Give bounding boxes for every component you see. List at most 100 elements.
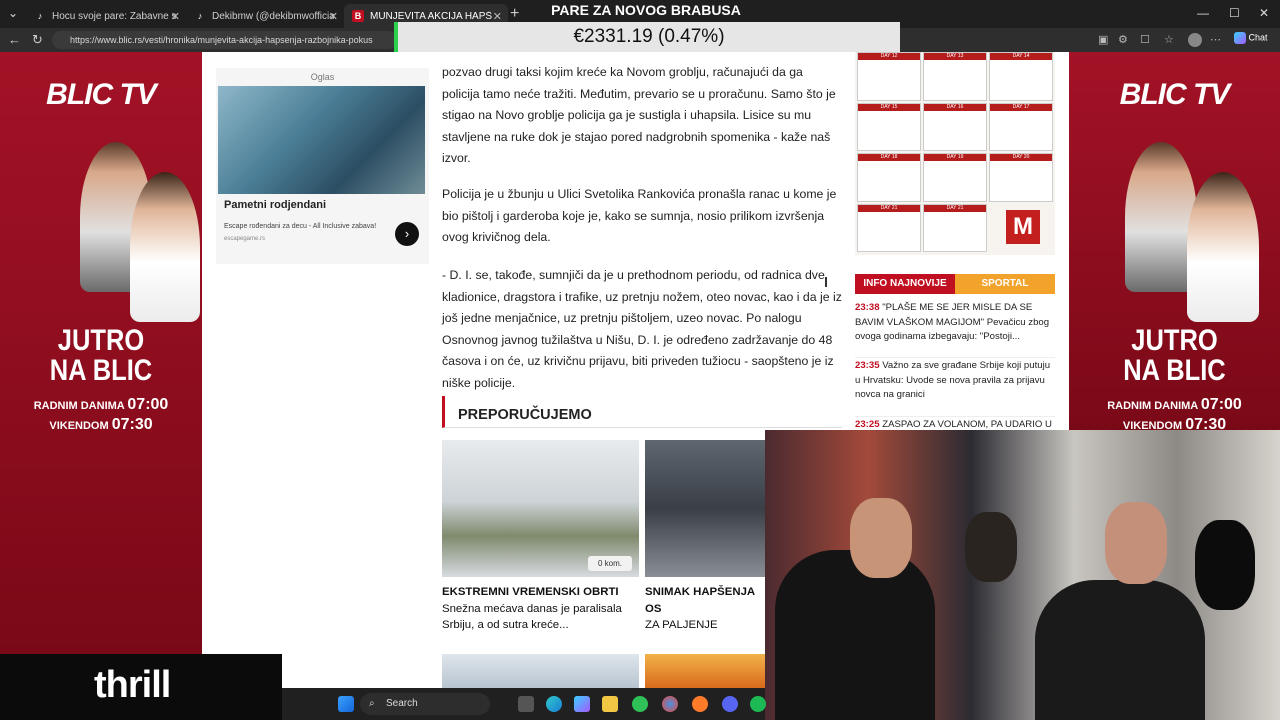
file-explorer-icon[interactable] [602,696,618,712]
person-right-body [1035,580,1205,720]
card-kicker: EKSTREMNI VREMENSKI OBRTI [442,586,619,598]
avatar[interactable] [1188,33,1202,47]
refresh-icon[interactable]: ↻ [32,32,43,48]
reading-icon[interactable]: ☐ [1140,33,1150,46]
recommended-card[interactable]: SNIMAK HAPŠENJA OS ZA PALJENJE AUTOMO PR… [645,584,765,634]
schedule-weekend: VIKENDOM [49,420,109,432]
exercise-day-card: DAY 14 [989,52,1053,101]
news-time: 23:35 [855,360,880,371]
ad-arrow-button[interactable]: › [395,222,419,246]
close-icon[interactable]: ✕ [171,10,180,23]
news-time: 23:25 [855,419,880,430]
exercise-day-label: DAY 19 [924,154,986,161]
maximize-icon[interactable]: ☐ [1229,6,1240,20]
jutro-line2: NA BLIC [1123,354,1226,387]
copilot-icon[interactable] [574,696,590,712]
news-tabs: INFO NAJNOVIJE SPORTAL [855,274,1055,294]
exercise-day-card: DAY 13 [923,52,987,101]
card-text: Snežna mećava danas je paralisala Srbiju… [442,602,622,632]
windows-start-icon[interactable] [338,696,354,712]
exercise-day-card: DAY 21 [923,203,987,252]
news-item[interactable]: 23:25 ZASPAO ZA VOLANOM, PA UDARIO U [855,416,1055,430]
tab-2-label: Dekibmw (@dekibmwofficial) | Tik [212,10,334,22]
exercise-day-card: DAY 19 [923,153,987,202]
jutro-line1: JUTRO [1131,324,1218,357]
comment-count-badge: 0 kom. [588,556,632,571]
schedule: RADNIM DANIMA 07:00 VIKENDOM 07:30 [1069,396,1280,430]
tab-3-label: MUNJEVITA AKCIJA HAPŠENJA RA [370,10,492,22]
news-item[interactable]: 23:38 "PLAŠE ME SE JER MISLE DA SE BAVIM… [855,301,1055,345]
exercise-day-label: DAY 12 [858,53,920,60]
close-window-icon[interactable]: ✕ [1259,6,1269,20]
exercise-day-card: DAY 18 [857,153,921,202]
exercise-day-card: DAY 12 [857,52,921,101]
whatsapp-icon[interactable] [632,696,648,712]
card-image[interactable] [442,654,639,688]
card-image[interactable] [645,440,765,577]
favorites-icon[interactable]: ☆ [1164,33,1174,46]
jutro-title: JUTRO NA BLIC [15,326,187,386]
url-input[interactable]: https://www.blic.rs/vesti/hronika/munjev… [52,31,397,49]
copilot-icon [1234,32,1246,44]
m-logo: M [1006,210,1040,244]
thrill-logo: thrill [94,664,171,706]
close-icon[interactable]: ✕ [493,10,502,23]
url-text: https://www.blic.rs/vesti/hronika/munjev… [70,35,373,45]
edge-icon[interactable] [546,696,562,712]
recommended-header: PREPORUČUJEMO [442,396,842,428]
right-banner-ad[interactable]: BLIC TV JUTRO NA BLIC RADNIM DANIMA 07:0… [1069,52,1280,430]
tab-sportal[interactable]: SPORTAL [955,274,1055,294]
schedule-weekend: VIKENDOM [1122,420,1183,430]
recommended-title: PREPORUČUJEMO [458,407,592,423]
person-left-body [775,550,935,720]
tiktok-icon: ♪ [197,11,203,21]
thrill-overlay: thrill [0,654,282,720]
presenter-female [130,172,200,322]
minimize-icon[interactable]: — [1197,6,1209,20]
card-image[interactable] [645,654,765,688]
left-banner-ad[interactable]: BLIC TV JUTRO NA BLIC RADNIM DANIMA 07:0… [0,52,202,654]
tab-1-label: Hocu svoje pare: Zabavne situacije [52,10,176,22]
schedule-weekend-time: 07:30 [111,416,153,433]
exercise-day-card: DAY 17 [989,102,1053,151]
news-text: "PLAŠE ME SE JER MISLE DA SE BAVIM VLAŠK… [855,302,1050,342]
new-tab-icon[interactable]: + [510,5,519,23]
person-background [965,512,1017,582]
tab-info-najnovije[interactable]: INFO NAJNOVIJE [855,274,955,294]
card-text: ZA PALJENJE AUTOMO PRASETA Policajci u p… [645,619,718,631]
tab-1[interactable]: ♪ Hocu svoje pare: Zabavne situacije ✕ [26,4,186,28]
exercise-day-card: DAY 20 [989,153,1053,202]
jutro-line2: NA BLIC [49,354,153,387]
copilot-chat-button[interactable]: Chat [1234,32,1268,44]
spotify-icon[interactable] [750,696,766,712]
ad-title[interactable]: Pametni rodjendani [224,199,326,211]
ad-label: Oglas [310,72,335,82]
search-icon: ⌕ [369,698,375,709]
exercise-day-label: DAY 14 [990,53,1052,60]
firefox-icon[interactable] [692,696,708,712]
more-icon[interactable]: ⋯ [1210,33,1221,46]
jutro-title: JUTRO NA BLIC [1085,326,1264,386]
sponsored-ad[interactable]: Oglas Pametni rodjendani Escape rođendan… [216,68,429,264]
jutro-line1: JUTRO [57,324,145,357]
exercise-day-label: DAY 18 [858,154,920,161]
back-icon[interactable]: ← [8,32,21,47]
extensions-icon[interactable]: ▣ [1098,33,1108,46]
news-text: ZASPAO ZA VOLANOM, PA UDARIO U [882,419,1052,430]
text-cursor-icon [825,277,827,287]
tab-2[interactable]: ♪ Dekibmw (@dekibmwofficial) | Tik ✕ [186,4,344,28]
chrome-icon[interactable] [662,696,678,712]
presenter-female [1187,172,1259,322]
tiktok-icon: ♪ [37,11,43,21]
close-icon[interactable]: ✕ [329,10,338,23]
chat-label: Chat [1248,32,1268,43]
ad-source: escapegame.rs [224,236,266,242]
taskbar-search[interactable]: ⌕ Search [360,693,490,715]
news-item[interactable]: 23:35 Važno za sve građane Srbije koji p… [855,357,1055,403]
task-view-icon[interactable] [518,696,534,712]
recommended-card[interactable]: EKSTREMNI VREMENSKI OBRTI Snežna mećava … [442,584,638,634]
settings-icon[interactable]: ⚙ [1118,33,1128,46]
tab-actions-icon[interactable]: ⌄ [8,6,18,20]
discord-icon[interactable] [722,696,738,712]
schedule-weekday: RADNIM DANIMA [33,400,125,412]
